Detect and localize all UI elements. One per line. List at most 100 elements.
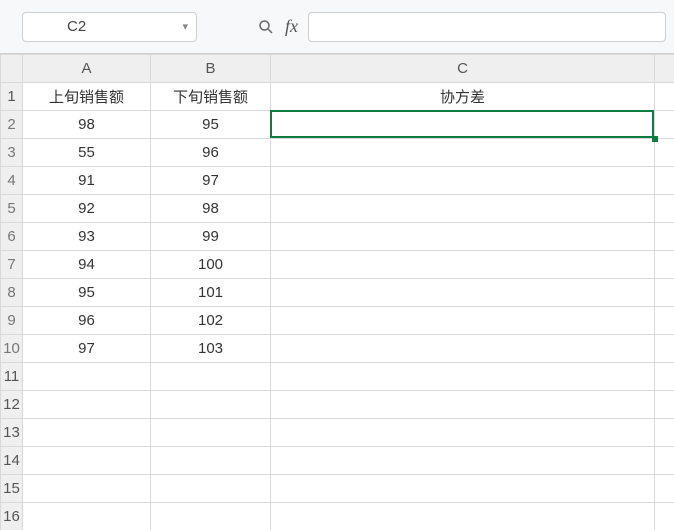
cell-B13[interactable]: [151, 419, 271, 447]
cell-D7[interactable]: [655, 251, 674, 279]
cell-B11[interactable]: [151, 363, 271, 391]
col-header-A[interactable]: A: [23, 55, 151, 83]
cell-A3[interactable]: 55: [23, 139, 151, 167]
grid-table: A B C 1 上旬销售额 下旬销售额 协方差 2 98 95: [0, 54, 674, 530]
cell-A4[interactable]: 91: [23, 167, 151, 195]
cell-C1[interactable]: 协方差: [271, 83, 655, 111]
cell-C14[interactable]: [271, 447, 655, 475]
cell-C10[interactable]: [271, 335, 655, 363]
cell-C8[interactable]: [271, 279, 655, 307]
cell-D5[interactable]: [655, 195, 674, 223]
row-header-9[interactable]: 9: [1, 307, 23, 335]
cell-B8[interactable]: 101: [151, 279, 271, 307]
cell-B16[interactable]: [151, 503, 271, 530]
cell-B9[interactable]: 102: [151, 307, 271, 335]
cell-B1[interactable]: 下旬销售额: [151, 83, 271, 111]
row-header-8[interactable]: 8: [1, 279, 23, 307]
cell-A2[interactable]: 98: [23, 111, 151, 139]
cell-A5[interactable]: 92: [23, 195, 151, 223]
cell-B2[interactable]: 95: [151, 111, 271, 139]
cell-A9[interactable]: 96: [23, 307, 151, 335]
cell-A14[interactable]: [23, 447, 151, 475]
cell-C6[interactable]: [271, 223, 655, 251]
col-header-C[interactable]: C: [271, 55, 655, 83]
cell-C16[interactable]: [271, 503, 655, 530]
cell-D10[interactable]: [655, 335, 674, 363]
cell-D2[interactable]: [655, 111, 674, 139]
cell-A13[interactable]: [23, 419, 151, 447]
cell-B5[interactable]: 98: [151, 195, 271, 223]
row-7: 7 94 100: [1, 251, 674, 279]
row-header-7[interactable]: 7: [1, 251, 23, 279]
cell-A7[interactable]: 94: [23, 251, 151, 279]
row-header-4[interactable]: 4: [1, 167, 23, 195]
cell-A11[interactable]: [23, 363, 151, 391]
cell-B10[interactable]: 103: [151, 335, 271, 363]
row-header-16[interactable]: 16: [1, 503, 23, 530]
row-header-6[interactable]: 6: [1, 223, 23, 251]
row-3: 3 55 96: [1, 139, 674, 167]
col-header-B[interactable]: B: [151, 55, 271, 83]
formula-input[interactable]: [308, 12, 666, 42]
cell-D4[interactable]: [655, 167, 674, 195]
select-all-corner[interactable]: [1, 55, 23, 83]
row-header-14[interactable]: 14: [1, 447, 23, 475]
cell-B7[interactable]: 100: [151, 251, 271, 279]
cell-A12[interactable]: [23, 391, 151, 419]
row-1: 1 上旬销售额 下旬销售额 协方差: [1, 83, 674, 111]
cell-D1[interactable]: [655, 83, 674, 111]
row-14: 14: [1, 447, 674, 475]
zoom-search-icon[interactable]: [257, 18, 275, 36]
cell-D6[interactable]: [655, 223, 674, 251]
row-12: 12: [1, 391, 674, 419]
fx-label: fx: [285, 16, 298, 37]
cell-C11[interactable]: [271, 363, 655, 391]
chevron-down-icon: ▾: [182, 20, 188, 33]
cell-C12[interactable]: [271, 391, 655, 419]
row-header-12[interactable]: 12: [1, 391, 23, 419]
row-header-13[interactable]: 13: [1, 419, 23, 447]
row-header-3[interactable]: 3: [1, 139, 23, 167]
cell-D13[interactable]: [655, 419, 674, 447]
cell-B6[interactable]: 99: [151, 223, 271, 251]
cell-A8[interactable]: 95: [23, 279, 151, 307]
row-header-10[interactable]: 10: [1, 335, 23, 363]
cell-C9[interactable]: [271, 307, 655, 335]
row-header-11[interactable]: 11: [1, 363, 23, 391]
cell-A1[interactable]: 上旬销售额: [23, 83, 151, 111]
row-5: 5 92 98: [1, 195, 674, 223]
cell-B12[interactable]: [151, 391, 271, 419]
row-header-15[interactable]: 15: [1, 475, 23, 503]
cell-B14[interactable]: [151, 447, 271, 475]
row-11: 11: [1, 363, 674, 391]
cell-B3[interactable]: 96: [151, 139, 271, 167]
cell-D16[interactable]: [655, 503, 674, 530]
cell-A6[interactable]: 93: [23, 223, 151, 251]
cell-B15[interactable]: [151, 475, 271, 503]
spreadsheet[interactable]: A B C 1 上旬销售额 下旬销售额 协方差 2 98 95: [0, 54, 674, 530]
cell-A10[interactable]: 97: [23, 335, 151, 363]
cell-B4[interactable]: 97: [151, 167, 271, 195]
cell-C13[interactable]: [271, 419, 655, 447]
cell-A15[interactable]: [23, 475, 151, 503]
cell-C5[interactable]: [271, 195, 655, 223]
column-header-row: A B C: [1, 55, 674, 83]
row-header-1[interactable]: 1: [1, 83, 23, 111]
cell-C2[interactable]: [271, 111, 655, 139]
cell-C4[interactable]: [271, 167, 655, 195]
cell-D11[interactable]: [655, 363, 674, 391]
cell-C7[interactable]: [271, 251, 655, 279]
row-header-2[interactable]: 2: [1, 111, 23, 139]
cell-D3[interactable]: [655, 139, 674, 167]
cell-C3[interactable]: [271, 139, 655, 167]
row-header-5[interactable]: 5: [1, 195, 23, 223]
cell-C15[interactable]: [271, 475, 655, 503]
cell-D14[interactable]: [655, 447, 674, 475]
cell-A16[interactable]: [23, 503, 151, 530]
name-box[interactable]: C2 ▾: [22, 12, 197, 42]
cell-D8[interactable]: [655, 279, 674, 307]
cell-D9[interactable]: [655, 307, 674, 335]
col-header-D[interactable]: [655, 55, 674, 83]
cell-D12[interactable]: [655, 391, 674, 419]
cell-D15[interactable]: [655, 475, 674, 503]
